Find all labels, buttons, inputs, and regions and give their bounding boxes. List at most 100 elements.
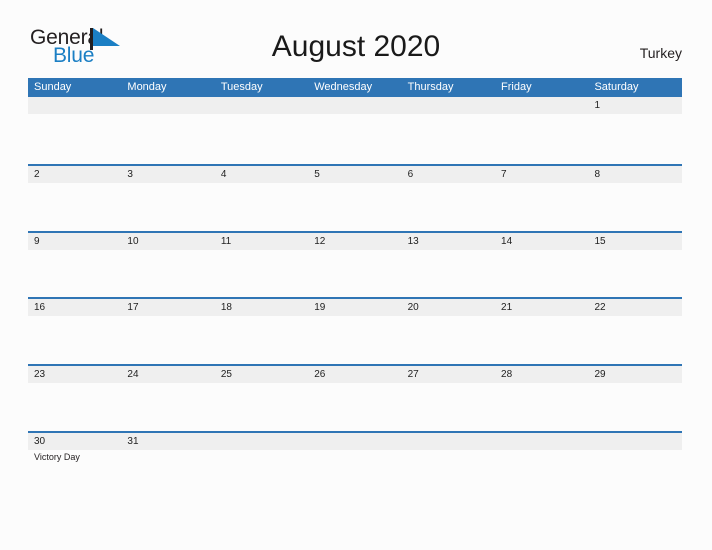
- calendar-day-event[interactable]: [215, 114, 308, 163]
- calendar-day-number[interactable]: [28, 97, 121, 114]
- calendar-day-event[interactable]: [308, 383, 401, 432]
- calendar-day-number[interactable]: 27: [402, 366, 495, 383]
- calendar-day-number[interactable]: [215, 97, 308, 114]
- calendar-day-number[interactable]: 15: [588, 233, 681, 250]
- calendar-day-number[interactable]: 28: [495, 366, 588, 383]
- day-event-band: [28, 250, 682, 299]
- calendar-day-number[interactable]: 17: [121, 299, 214, 316]
- calendar-day-event[interactable]: [402, 183, 495, 232]
- calendar-day-event[interactable]: [495, 250, 588, 299]
- calendar-day-number[interactable]: [588, 433, 681, 450]
- calendar-day-event[interactable]: [215, 383, 308, 432]
- day-number-band: 2345678: [28, 165, 682, 183]
- day-event-band: [28, 183, 682, 232]
- calendar-day-number[interactable]: 14: [495, 233, 588, 250]
- day-event-band: Victory Day: [28, 450, 682, 499]
- calendar-day-event[interactable]: [495, 114, 588, 163]
- day-number-band: 9 10 11 12 13 14 15: [28, 232, 682, 250]
- calendar-day-number[interactable]: 21: [495, 299, 588, 316]
- calendar-day-event[interactable]: [588, 316, 681, 365]
- page-title: August 2020: [271, 30, 441, 63]
- calendar-day-number[interactable]: [308, 433, 401, 450]
- weekday-header-cell: Sunday: [34, 81, 72, 93]
- calendar-day-event[interactable]: [588, 250, 681, 299]
- calendar-day-event[interactable]: [495, 316, 588, 365]
- day-number-band: 23 24 25 26 27 28 29: [28, 366, 682, 384]
- calendar-day-event[interactable]: [402, 383, 495, 432]
- calendar-day-number[interactable]: 31: [121, 433, 214, 450]
- calendar-day-number[interactable]: 25: [215, 366, 308, 383]
- calendar-day-number[interactable]: 10: [121, 233, 214, 250]
- calendar-day-event[interactable]: [495, 383, 588, 432]
- calendar-day-event[interactable]: [215, 250, 308, 299]
- day-number-band: 30 31: [28, 432, 682, 450]
- weekday-header-cell: Saturday: [594, 81, 639, 93]
- calendar-day-event[interactable]: [588, 450, 681, 499]
- calendar-day-number[interactable]: [402, 433, 495, 450]
- calendar-day-number[interactable]: 3: [121, 166, 214, 183]
- calendar-day-event[interactable]: [121, 316, 214, 365]
- weekday-header-cell: Monday: [127, 81, 167, 93]
- calendar-day-event[interactable]: [121, 183, 214, 232]
- calendar-day-number[interactable]: 24: [121, 366, 214, 383]
- calendar-day-number[interactable]: [121, 97, 214, 114]
- calendar-day-event[interactable]: [121, 383, 214, 432]
- day-event-band: [28, 114, 682, 163]
- calendar-day-event[interactable]: [28, 183, 121, 232]
- calendar-day-number[interactable]: [308, 97, 401, 114]
- calendar-day-number[interactable]: 12: [308, 233, 401, 250]
- calendar-day-event[interactable]: [495, 450, 588, 499]
- calendar-day-event[interactable]: [588, 183, 681, 232]
- calendar-day-event[interactable]: [308, 450, 401, 499]
- calendar-day-event[interactable]: [402, 114, 495, 163]
- calendar-day-event[interactable]: [28, 250, 121, 299]
- calendar-day-event[interactable]: [121, 450, 214, 499]
- calendar-day-event[interactable]: [215, 183, 308, 232]
- calendar-day-event[interactable]: [215, 450, 308, 499]
- calendar-day-event[interactable]: [28, 383, 121, 432]
- calendar-day-number[interactable]: 29: [588, 366, 681, 383]
- calendar-day-number[interactable]: [402, 97, 495, 114]
- calendar-day-number[interactable]: 7: [495, 166, 588, 183]
- calendar-day-event[interactable]: [402, 316, 495, 365]
- calendar-day-number[interactable]: 26: [308, 366, 401, 383]
- calendar-day-event[interactable]: [308, 114, 401, 163]
- calendar-day-number[interactable]: [495, 97, 588, 114]
- calendar-week-row: 16 17 18 19 20 21 22: [28, 297, 682, 364]
- calendar-day-number[interactable]: 30: [28, 433, 121, 450]
- calendar-day-event[interactable]: [28, 316, 121, 365]
- calendar-day-event[interactable]: [28, 114, 121, 163]
- calendar-day-event[interactable]: [588, 114, 681, 163]
- calendar-day-event[interactable]: Victory Day: [28, 450, 121, 499]
- calendar-day-event[interactable]: [588, 383, 681, 432]
- calendar-day-number[interactable]: 23: [28, 366, 121, 383]
- calendar-day-number[interactable]: [495, 433, 588, 450]
- calendar-day-number[interactable]: 6: [402, 166, 495, 183]
- calendar-day-number[interactable]: 22: [588, 299, 681, 316]
- calendar-day-event[interactable]: [402, 450, 495, 499]
- calendar-day-event[interactable]: [402, 250, 495, 299]
- calendar-day-number[interactable]: 4: [215, 166, 308, 183]
- calendar-day-event[interactable]: [495, 183, 588, 232]
- calendar-day-number[interactable]: 20: [402, 299, 495, 316]
- weekday-header-cell: Wednesday: [314, 81, 373, 93]
- calendar-day-event[interactable]: [215, 316, 308, 365]
- calendar-day-event[interactable]: [308, 183, 401, 232]
- calendar-day-number[interactable]: 9: [28, 233, 121, 250]
- calendar-week-row: 2345678: [28, 163, 682, 232]
- calendar-day-number[interactable]: 13: [402, 233, 495, 250]
- calendar-day-number[interactable]: 1: [588, 97, 681, 114]
- calendar-day-number[interactable]: [215, 433, 308, 450]
- calendar-day-event[interactable]: [308, 316, 401, 365]
- calendar-day-number[interactable]: 11: [215, 233, 308, 250]
- calendar-day-event[interactable]: [121, 250, 214, 299]
- calendar-day-number[interactable]: 5: [308, 166, 401, 183]
- calendar-day-number[interactable]: 2: [28, 166, 121, 183]
- calendar-day-number[interactable]: 16: [28, 299, 121, 316]
- day-event-band: [28, 383, 682, 432]
- calendar-day-number[interactable]: 8: [588, 166, 681, 183]
- calendar-day-number[interactable]: 18: [215, 299, 308, 316]
- calendar-day-event[interactable]: [308, 250, 401, 299]
- calendar-day-number[interactable]: 19: [308, 299, 401, 316]
- calendar-day-event[interactable]: [121, 114, 214, 163]
